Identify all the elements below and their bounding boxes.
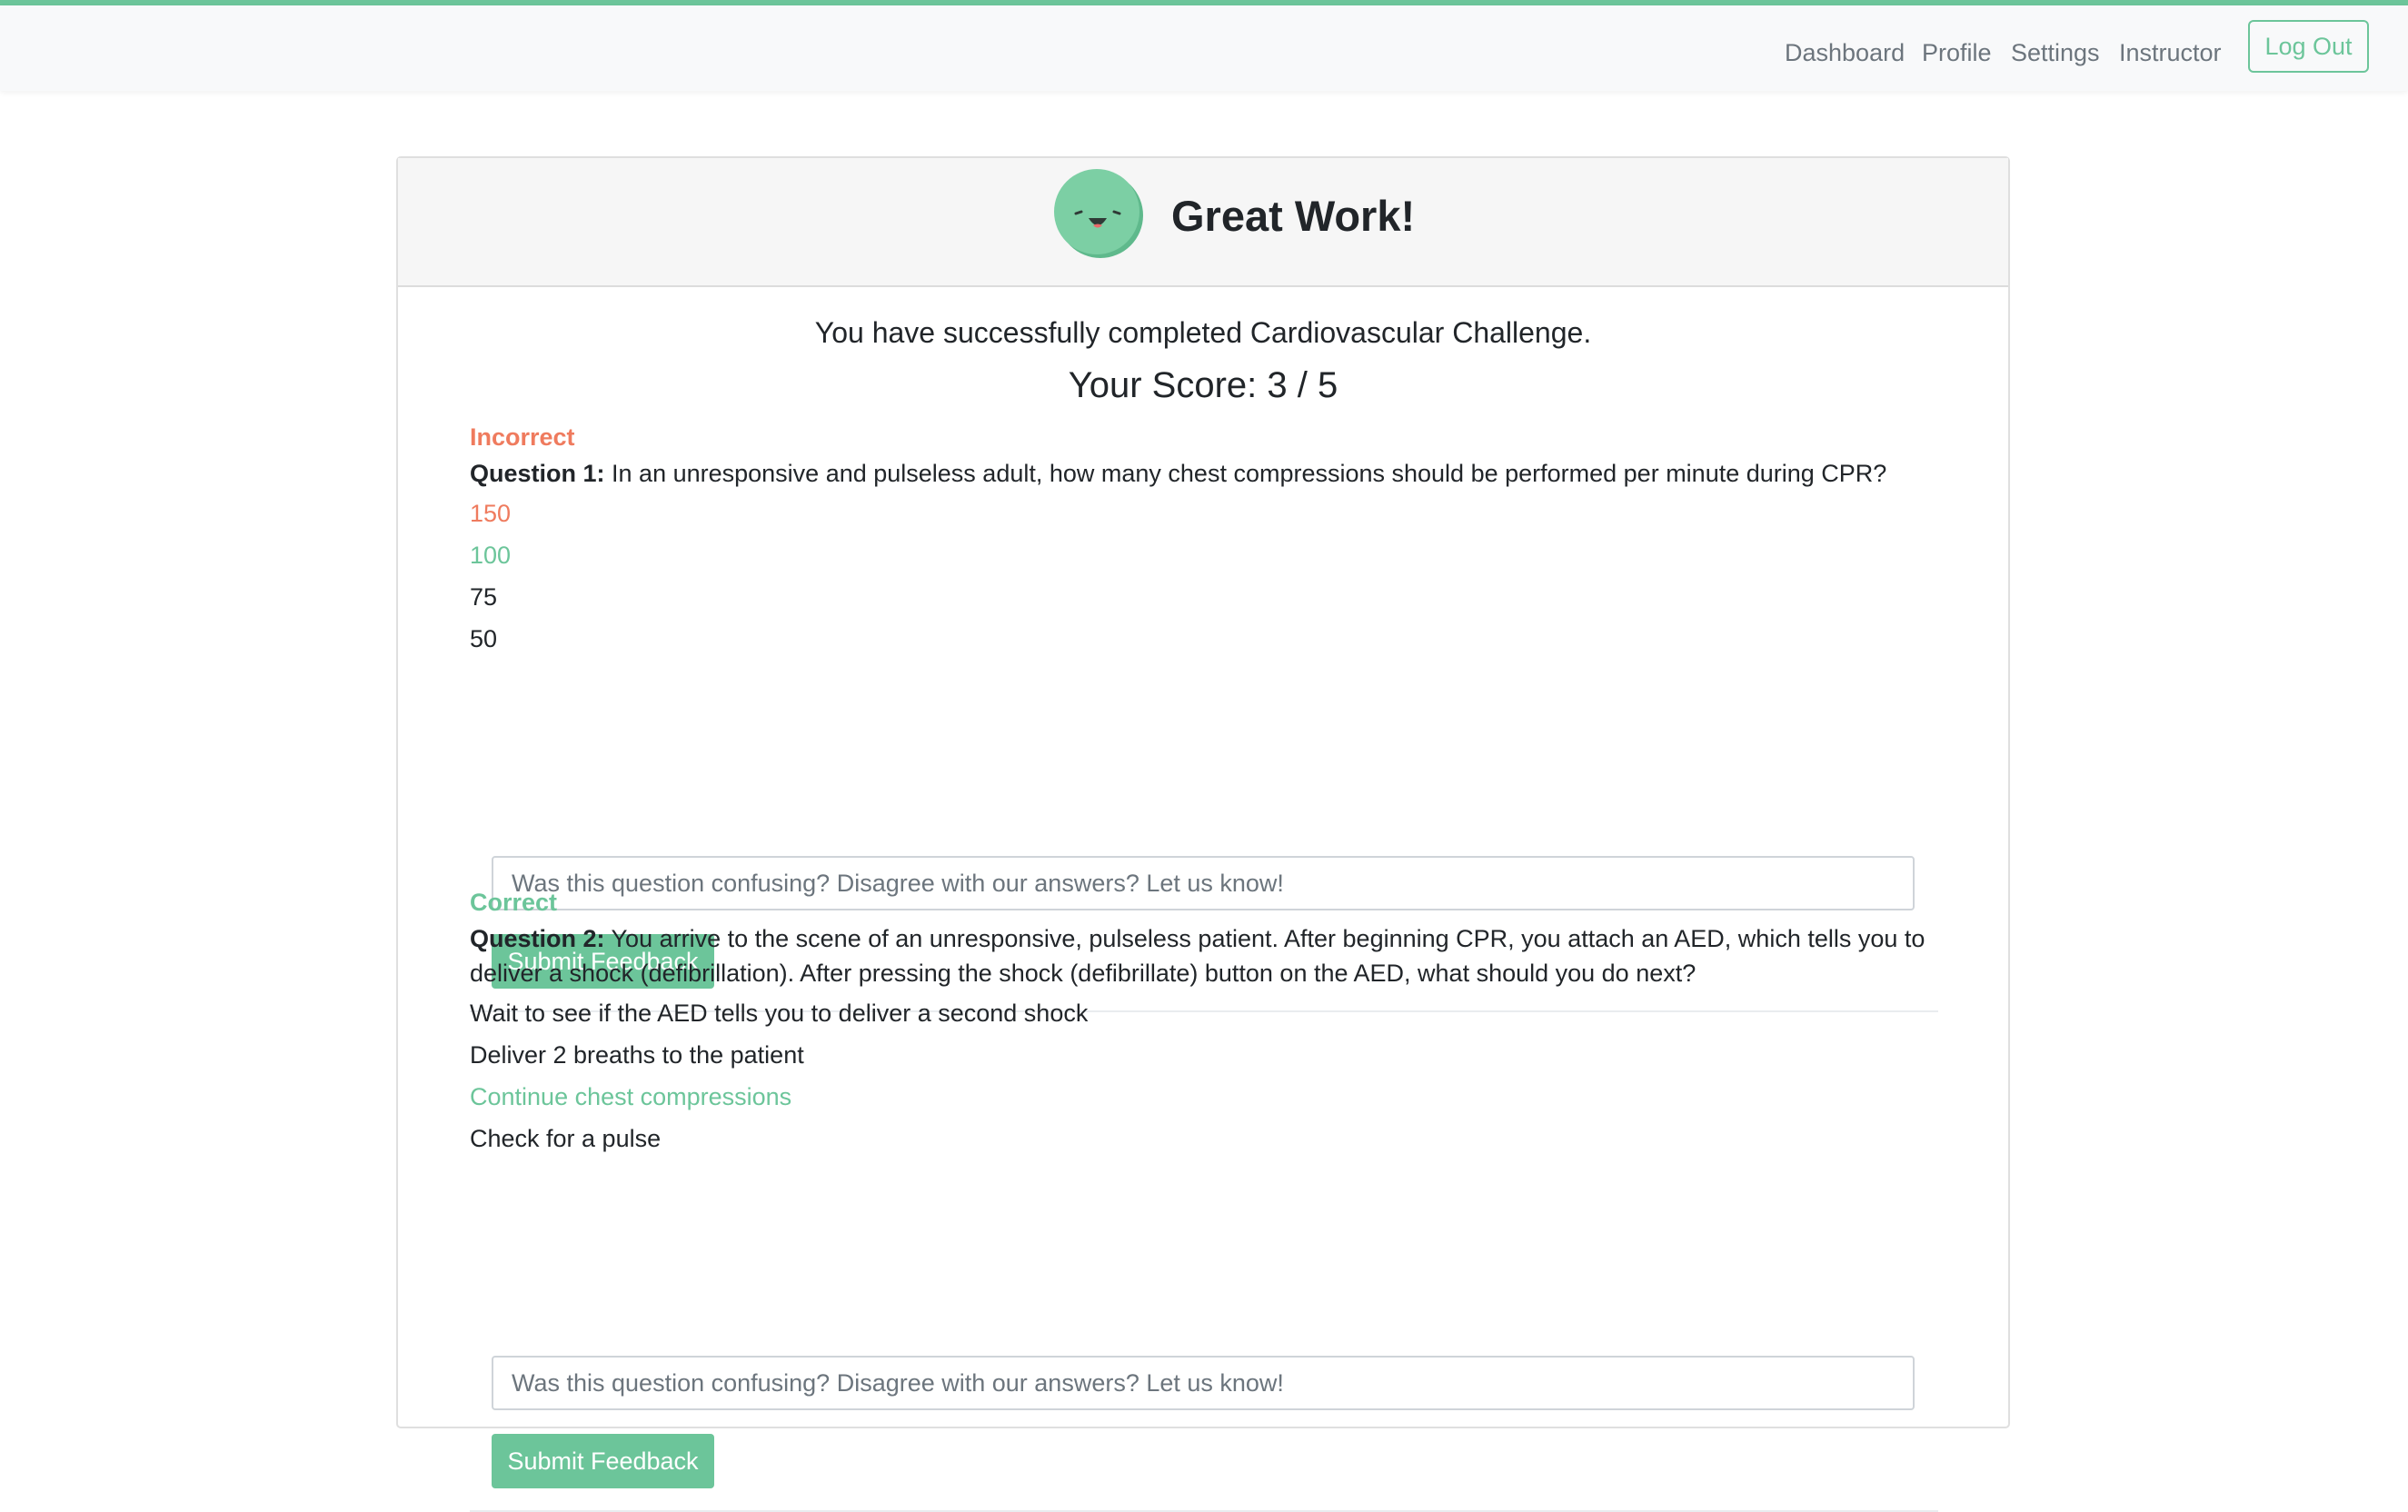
status-label-incorrect: Incorrect [470, 423, 575, 451]
nav-profile-link[interactable]: Profile [1922, 38, 1992, 67]
answer-list: Wait to see if the AED tells you to deli… [470, 992, 1938, 1159]
question-body: In an unresponsive and pulseless adult, … [612, 460, 1887, 487]
answer-option: Deliver 2 breaths to the patient [470, 1041, 804, 1069]
smiling-face-icon [1054, 169, 1143, 258]
answer-option: Check for a pulse [470, 1125, 662, 1152]
question-text: Question 1: In an unresponsive and pulse… [470, 456, 1938, 491]
nav-instructor-link[interactable]: Instructor [2119, 38, 2222, 67]
question-number: Question 2: [470, 925, 605, 952]
status-label-correct: Correct [470, 889, 558, 916]
nav-settings-link[interactable]: Settings [2011, 38, 2100, 67]
answer-option: 75 [470, 583, 498, 611]
logout-button[interactable]: Log Out [2248, 20, 2369, 73]
answer-option-selected-wrong: 150 [470, 500, 512, 527]
card-header: Great Work! [398, 158, 2008, 287]
answer-option-correct: Continue chest compressions [470, 1083, 792, 1110]
nav-dashboard-link[interactable]: Dashboard [1785, 38, 1905, 67]
page-title: Great Work! [1171, 192, 1416, 240]
feedback-input[interactable] [492, 1356, 1915, 1410]
results-card: Great Work! You have successfully comple… [396, 156, 2010, 1512]
navbar: Dashboard Profile Settings Instructor Lo… [0, 5, 2408, 91]
score-text: Your Score: 3 / 5 [1068, 365, 1338, 405]
question-block-1: Incorrect Question 1: In an unresponsive… [470, 422, 1938, 1012]
answer-option: Wait to see if the AED tells you to deli… [470, 1000, 1089, 1027]
submit-feedback-button[interactable]: Submit Feedback [492, 1434, 714, 1488]
question-text: Question 2: You arrive to the scene of a… [470, 921, 1938, 990]
answer-option: 50 [470, 625, 498, 652]
question-body: You arrive to the scene of an unresponsi… [470, 925, 1925, 987]
question-number: Question 1: [470, 460, 605, 487]
answer-option-correct: 100 [470, 542, 512, 569]
question-block-2: Correct Question 2: You arrive to the sc… [470, 887, 1938, 1512]
completion-message: You have successfully completed Cardiova… [814, 316, 1592, 349]
answer-list: 150 100 75 50 [470, 492, 1938, 660]
